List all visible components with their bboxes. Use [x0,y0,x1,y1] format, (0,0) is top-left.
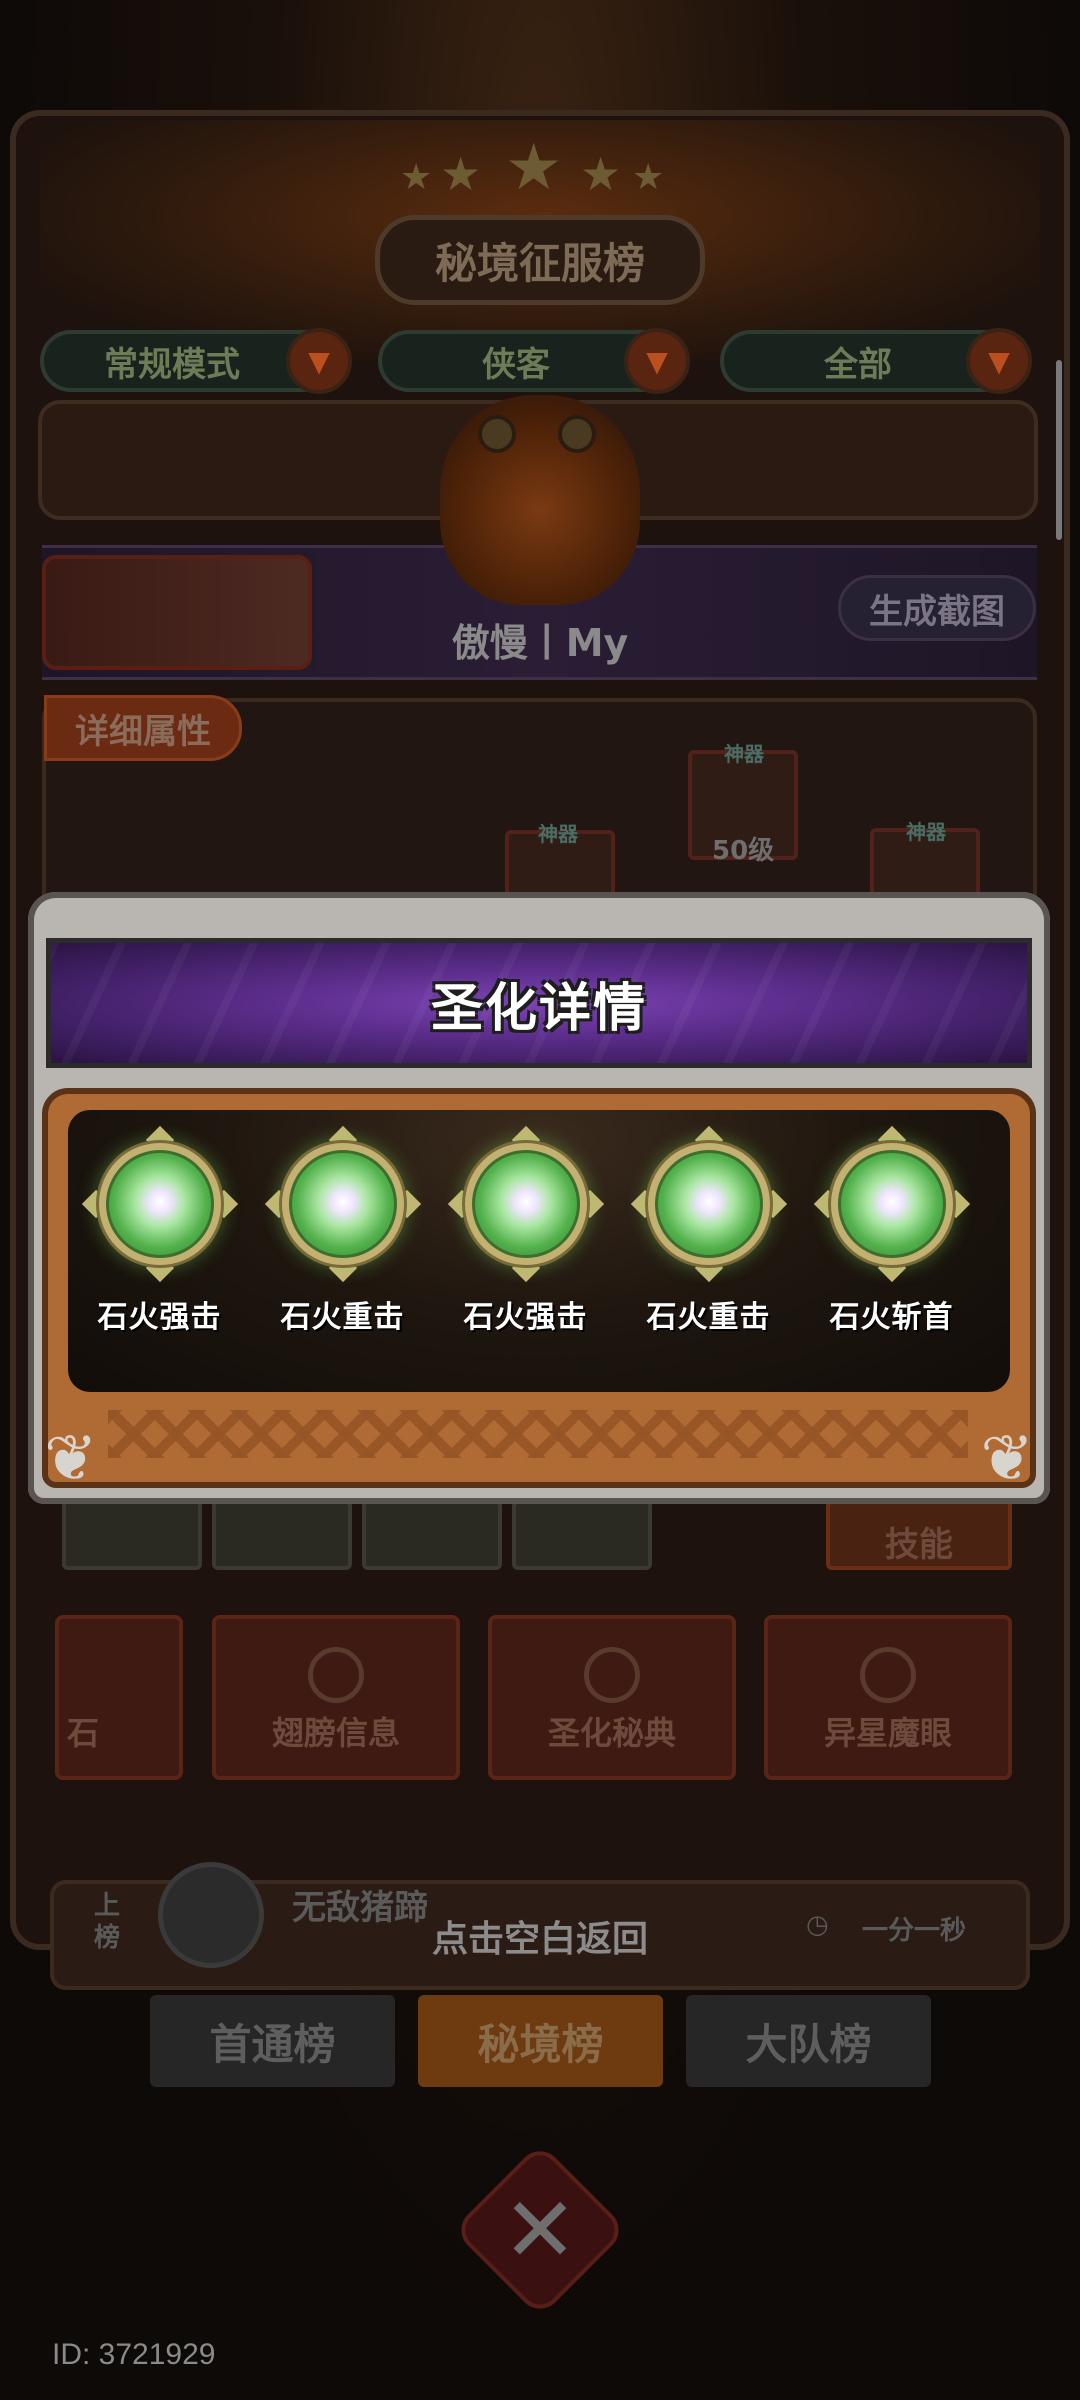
star-icon: ★ [400,157,433,198]
leaderboard-title: 秘境征服榜 [375,215,705,305]
wing-info-button[interactable]: 翅膀信息 [212,1615,460,1780]
modal-content-frame: ❦ ❦ 石火强击 石火重击 石火强击 石火重击 石火斩首 [42,1088,1036,1496]
player-id: ID: 3721929 [52,2338,216,2371]
zigzag-decoration [108,1410,968,1458]
star-icon: ★ [580,147,622,201]
skill-item[interactable]: 石火重击 [251,1125,434,1336]
close-icon: ✕ [502,2177,578,2283]
scope-dropdown[interactable]: 全部 ▼ [720,328,1032,394]
alien-eye-button[interactable]: 异星魔眼 [764,1615,1012,1780]
player-name: 傲慢丨My [451,621,629,665]
generate-screenshot-button[interactable]: 生成截图 [838,575,1036,641]
event-banner[interactable] [42,555,312,670]
sun-icon [584,1647,640,1703]
chevron-down-icon: ▼ [286,328,352,394]
skill-label: 石火斩首 [829,1300,954,1335]
green-orb-icon [813,1125,970,1283]
corner-ornament-icon: ❦ [980,1422,1034,1496]
mode-dropdown[interactable]: 常规模式 ▼ [40,328,352,394]
player-avatar[interactable] [440,395,640,605]
wings-icon [308,1647,364,1703]
skill-label: 石火强击 [463,1300,588,1335]
tap-blank-to-return-hint: 点击空白返回 [431,1919,648,1960]
green-orb-icon [630,1125,787,1283]
skill-item[interactable]: 石火强击 [434,1125,617,1336]
sanctify-details-modal: 圣化详情 ❦ ❦ 石火强击 石火重击 石火强击 石火重击 石火斩首 [28,892,1050,1504]
chevron-down-icon: ▼ [624,328,690,394]
eye-icon [478,415,516,453]
star-icon: ★ [632,157,665,198]
green-orb-icon [264,1125,421,1283]
dropdown-label: 全部 [824,344,892,385]
green-orb-icon [447,1125,604,1283]
skill-slot[interactable] [512,1500,652,1570]
skill-item[interactable]: 石火重击 [617,1125,800,1336]
menu-label: 圣化秘典 [547,1714,676,1752]
modal-title-bar: 圣化详情 [46,938,1032,1068]
skill-list: 石火强击 石火重击 石火强击 石火重击 石火斩首 [68,1125,1010,1336]
tab-first-clear[interactable]: 首通榜 [150,1995,395,2087]
eye-icon [558,415,596,453]
skills-button[interactable]: 技能 [826,1500,1012,1570]
eye-icon [860,1647,916,1703]
menu-partial-label: 石 [67,1714,100,1752]
menu-button-partial[interactable]: 石 [55,1615,183,1780]
star-icon: ★ [440,147,482,201]
skill-item[interactable]: 石火斩首 [800,1125,983,1336]
menu-label: 翅膀信息 [271,1714,400,1752]
modal-title: 圣化详情 [430,978,647,1039]
rank-stars: ★ ★ ★ ★ ★ [400,131,680,215]
tab-secret-realm[interactable]: 秘境榜 [418,1995,663,2087]
scrollbar[interactable] [1056,360,1062,540]
sanctify-codex-button[interactable]: 圣化秘典 [488,1615,736,1780]
corner-ornament-icon: ❦ [44,1422,98,1496]
skill-label: 石火重击 [646,1300,771,1335]
skill-label: 石火强击 [97,1300,222,1335]
skill-slot[interactable] [62,1500,202,1570]
equipment-level: 50级 [712,836,775,866]
green-orb-icon [81,1125,238,1283]
chevron-down-icon: ▼ [966,328,1032,394]
tab-squad[interactable]: 大队榜 [686,1995,931,2087]
skill-label: 石火重击 [280,1300,405,1335]
artifact-tag: 神器 [724,742,764,766]
dropdown-label: 常规模式 [104,344,240,385]
class-dropdown[interactable]: 侠客 ▼ [378,328,690,394]
skill-slot[interactable] [212,1500,352,1570]
menu-label: 异星魔眼 [823,1714,952,1752]
skills-button-label: 技能 [885,1525,953,1565]
artifact-tag: 神器 [906,820,946,844]
detail-attributes-tab[interactable]: 详细属性 [44,695,242,761]
artifact-tag: 神器 [538,822,578,846]
star-icon: ★ [505,131,563,205]
skill-slot[interactable] [362,1500,502,1570]
skill-item[interactable]: 石火强击 [68,1125,251,1336]
dropdown-label: 侠客 [482,344,550,385]
